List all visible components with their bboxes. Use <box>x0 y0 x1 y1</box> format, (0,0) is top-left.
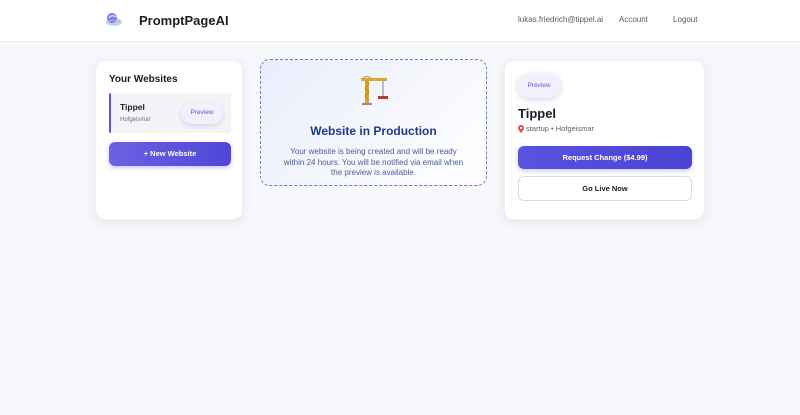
logo-icon[interactable] <box>104 10 124 30</box>
top-header: PromptPageAI lukas.friedrich@tippel.ai A… <box>0 0 800 42</box>
website-name: Tippel <box>120 102 145 112</box>
location-pin-icon <box>518 124 524 133</box>
website-meta: startup • Hofgeismar <box>518 124 594 133</box>
website-title: Tippel <box>518 106 557 121</box>
account-link[interactable]: Account <box>619 15 648 24</box>
preview-button[interactable]: Preview <box>517 73 561 98</box>
user-email: lukas.friedrich@tippel.ai <box>518 15 604 24</box>
construction-crane-icon <box>361 75 388 105</box>
logout-link[interactable]: Logout <box>673 15 697 24</box>
website-preview-button[interactable]: Preview <box>181 102 223 124</box>
website-list-item[interactable]: Tippel Hofgeismar Preview <box>109 93 231 133</box>
brand-name[interactable]: PromptPageAI <box>139 13 229 28</box>
new-website-button[interactable]: + New Website <box>109 142 231 166</box>
request-change-button[interactable]: Request Change ($4.99) <box>518 146 692 169</box>
production-title: Website in Production <box>310 124 437 138</box>
your-websites-title: Your Websites <box>109 74 178 85</box>
website-location: Hofgeismar <box>120 117 151 123</box>
website-detail-card: Preview Tippel startup • Hofgeismar Requ… <box>504 60 705 220</box>
your-websites-card: Your Websites Tippel Hofgeismar Preview … <box>95 60 243 220</box>
go-live-button[interactable]: Go Live Now <box>518 176 692 201</box>
production-status-card: Website in Production Your website is be… <box>260 59 487 186</box>
production-description: Your website is being created and will b… <box>283 147 464 177</box>
website-meta-text: startup • Hofgeismar <box>526 124 595 133</box>
